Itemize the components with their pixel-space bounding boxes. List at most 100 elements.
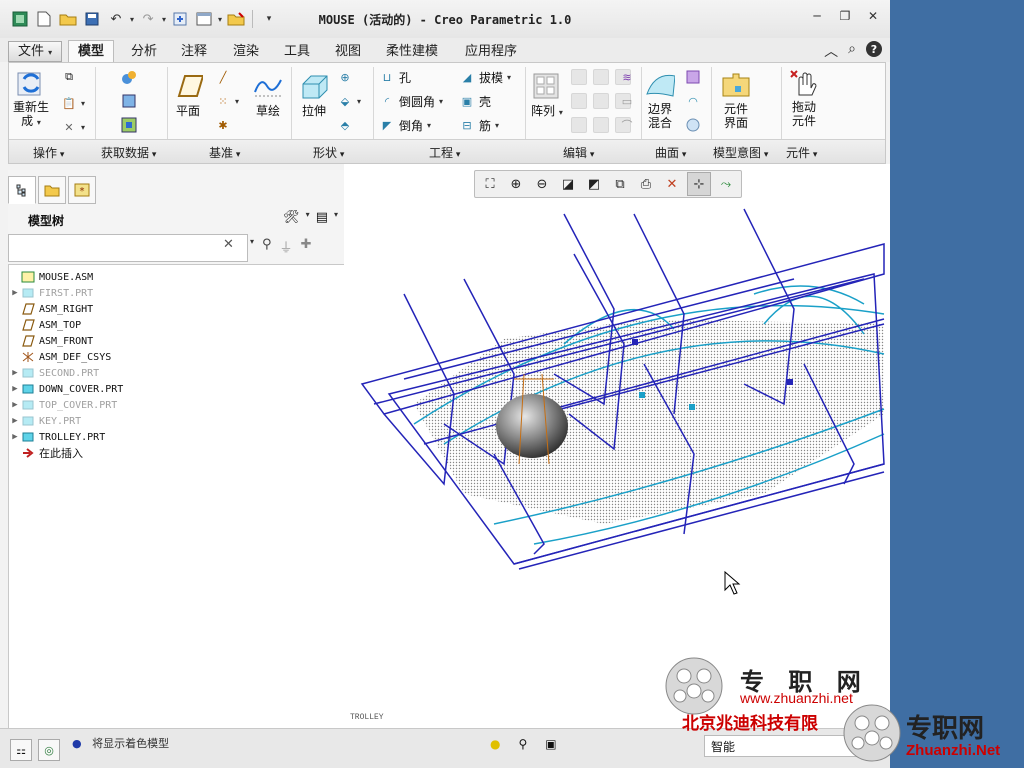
tab-render[interactable]: 渲染 [224, 41, 268, 62]
pattern-icon [532, 71, 562, 101]
tree-item[interactable]: ▶ FIRST.PRT [9, 285, 93, 301]
tree-item[interactable]: ASM_FRONT [9, 333, 93, 349]
tree-item[interactable]: ▶ KEY.PRT [9, 413, 81, 429]
tree-item[interactable]: MOUSE.ASM [9, 269, 93, 285]
sphere-icon[interactable] [685, 117, 701, 133]
tab-model[interactable]: 模型 [68, 40, 115, 62]
shell-button[interactable]: ▣ 壳 [459, 93, 491, 110]
rib-button[interactable]: ⊟ 筋 ▾ [459, 117, 499, 134]
point-icon[interactable]: ⁙ ▾ [215, 93, 239, 109]
regenerate-button[interactable]: 重新生 成 ▾ [13, 67, 49, 130]
hole-button[interactable]: ⊔ 孔 [379, 69, 411, 86]
fill-icon[interactable]: ▭ [619, 93, 635, 109]
expand-arrow-icon[interactable]: ▶ [9, 400, 21, 410]
tree-item[interactable]: ▶ TOP_COVER.PRT [9, 397, 117, 413]
navigator-toggle-icon[interactable]: ⚏ [10, 739, 32, 761]
tree-item[interactable]: ASM_DEF_CSYS [9, 349, 111, 365]
clear-search-icon[interactable]: ✕ [223, 237, 234, 252]
swept-blend-icon[interactable]: ⬘ [337, 117, 353, 133]
csys-icon[interactable]: ✱ [215, 117, 231, 133]
offset-surface-icon[interactable]: ≋ [619, 69, 635, 85]
group-components[interactable]: 元件 [786, 144, 817, 161]
folder-browser-tab-icon[interactable] [38, 176, 66, 204]
model-tree-search-input[interactable] [8, 234, 248, 262]
copy-geometry-icon[interactable] [121, 69, 137, 85]
minimize-icon[interactable]: ─ [810, 9, 824, 23]
tab-tools[interactable]: 工具 [275, 41, 319, 62]
pattern-button[interactable]: 阵列 ▾ [531, 71, 563, 120]
drag-component-button[interactable]: 拖动 元件 [789, 67, 819, 128]
expand-arrow-icon[interactable]: ▶ [9, 288, 21, 298]
favorites-tab-icon[interactable]: * [68, 176, 96, 204]
chamfer-button[interactable]: ◤ 倒角 ▾ [379, 117, 431, 134]
tab-flexible-modeling[interactable]: 柔性建模 [377, 41, 447, 62]
offset-icon[interactable] [571, 93, 587, 109]
expand-arrow-icon[interactable]: ▶ [9, 416, 21, 426]
browser-toggle-icon[interactable]: ◎ [38, 739, 60, 761]
revolve-icon[interactable]: ⊕ [337, 69, 353, 85]
group-engineering[interactable]: 工程 [429, 144, 460, 161]
axis-icon[interactable]: ╱ [215, 69, 231, 85]
add-column-icon[interactable]: ✚ [301, 237, 312, 256]
tree-item[interactable]: 在此插入 [9, 445, 83, 461]
find-status-icon[interactable]: ⚲ [518, 737, 527, 751]
project-icon[interactable] [571, 117, 587, 133]
boundary-blend-button[interactable]: 边界 混合 [645, 69, 675, 130]
minimize-ribbon-icon[interactable]: ︿ [824, 41, 838, 61]
extrude-button[interactable]: 拉伸 [299, 71, 329, 118]
group-datum[interactable]: 基准 [209, 144, 240, 161]
restore-icon[interactable]: ❐ [838, 9, 852, 23]
status-light-icon[interactable]: ● [490, 737, 500, 751]
graphics-window[interactable]: ⛶ ⊕ ⊖ ◪ ◩ ⧉ ⎙ ✕ ⊹ ⤳ TROLLEY [344, 164, 890, 728]
close-icon[interactable]: ✕ [866, 9, 880, 23]
group-get-data[interactable]: 获取数据 [101, 144, 156, 161]
tree-item[interactable]: ▶ DOWN_COVER.PRT [9, 381, 123, 397]
merge-icon[interactable] [121, 117, 137, 133]
tab-applications[interactable]: 应用程序 [456, 41, 526, 62]
paste-icon[interactable]: 📋 ▾ [61, 95, 85, 111]
box-select-icon[interactable]: ▣ [545, 737, 556, 751]
style-icon[interactable] [685, 69, 701, 85]
shrinkwrap-icon[interactable] [121, 93, 137, 109]
plane-button[interactable]: 平面 [173, 71, 203, 118]
search-icon[interactable]: ⌕ [848, 41, 856, 61]
tab-view[interactable]: 视图 [326, 41, 370, 62]
filter-icon[interactable]: ⏚ [280, 237, 293, 256]
mirror-icon[interactable] [571, 69, 587, 85]
group-surfaces[interactable]: 曲面 [655, 144, 686, 161]
extend-icon[interactable] [593, 69, 609, 85]
tab-analysis[interactable]: 分析 [122, 41, 166, 62]
sketch-button[interactable]: 草绘 [253, 71, 283, 118]
expand-arrow-icon[interactable]: ▶ [9, 384, 21, 394]
model-tree-tab-icon[interactable] [8, 176, 36, 204]
tree-item[interactable]: ▶ SECOND.PRT [9, 365, 99, 381]
expand-arrow-icon[interactable]: ▶ [9, 432, 21, 442]
settings-icon[interactable]: 🛠 [283, 210, 300, 225]
selection-filter[interactable]: 智能 [704, 735, 874, 757]
tree-item[interactable]: ▶ TROLLEY.PRT [9, 429, 105, 445]
round-button[interactable]: ◜ 倒圆角 ▾ [379, 93, 443, 110]
group-operations[interactable]: 操作 [33, 144, 64, 161]
group-model-intent[interactable]: 模型意图 [713, 144, 768, 161]
trolley-part[interactable] [496, 394, 568, 458]
component-interface-button[interactable]: 元件 界面 [721, 69, 751, 130]
group-editing[interactable]: 编辑 [563, 144, 594, 161]
tab-file[interactable]: 文件 ▾ [8, 41, 63, 62]
draft-button[interactable]: ◢ 拔模 ▾ [459, 69, 511, 86]
thicken-icon[interactable] [593, 117, 609, 133]
show-icon[interactable]: ▤ [316, 210, 328, 225]
tree-item[interactable]: ASM_TOP [9, 317, 81, 333]
sweep-icon[interactable]: ⬙ ▾ [337, 93, 361, 109]
tree-item[interactable]: ASM_RIGHT [9, 301, 93, 317]
help-icon[interactable]: ? [866, 41, 882, 57]
freestyle-icon[interactable]: ◠ [685, 93, 701, 109]
delete-icon[interactable]: ✕ ▾ [61, 119, 85, 135]
merge-edit-icon[interactable] [593, 93, 609, 109]
split-icon[interactable]: ⌒ [619, 117, 635, 133]
group-shapes[interactable]: 形状 [313, 144, 344, 161]
expand-arrow-icon[interactable]: ▶ [9, 368, 21, 378]
tab-annotate[interactable]: 注释 [172, 41, 216, 62]
find-icon[interactable]: ⚲ [262, 237, 272, 256]
datum-plane-icon [21, 303, 35, 315]
copy-icon[interactable]: ⧉ [61, 69, 77, 85]
